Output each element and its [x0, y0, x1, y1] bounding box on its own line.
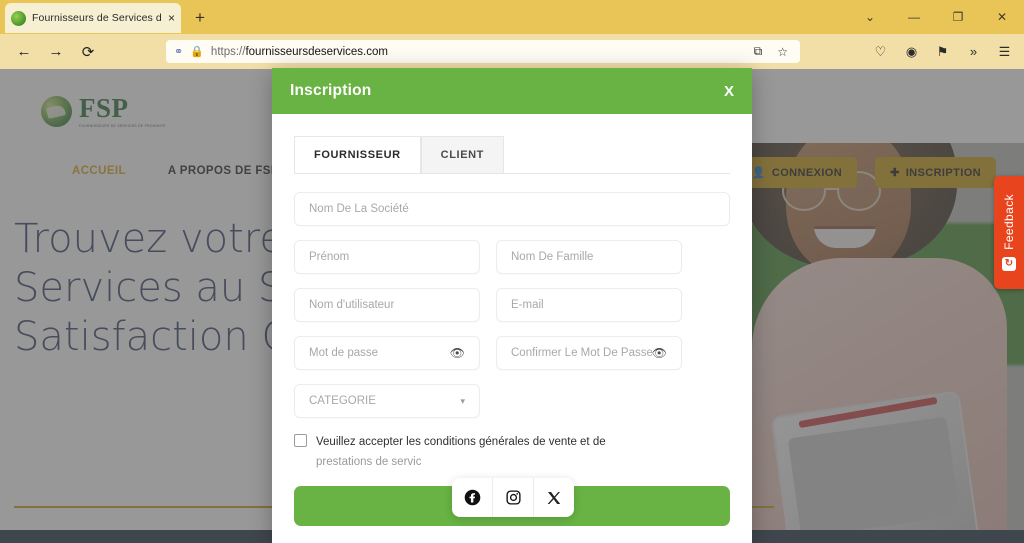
- tab-client[interactable]: CLIENT: [420, 136, 504, 173]
- feedback-label: Feedback: [1002, 193, 1016, 250]
- tab-list-chevron-down-icon[interactable]: ⌄: [848, 0, 892, 34]
- screen: Fournisseurs de Services de Pro × + ⌄ — …: [0, 0, 1024, 543]
- modal-header: Inscription X: [272, 68, 752, 114]
- browser-tab-title: Fournisseurs de Services de Pro: [32, 12, 162, 24]
- terms-checkbox[interactable]: [294, 434, 307, 447]
- password-placeholder: Mot de passe: [309, 347, 379, 359]
- signup-modal: Inscription X FOURNISSEUR CLIENT Nom De …: [272, 68, 752, 543]
- reload-icon[interactable]: ⟳: [72, 34, 104, 69]
- account-icon[interactable]: ◉: [896, 34, 927, 69]
- form-row-name: Prénom Nom De Famille: [294, 240, 730, 274]
- chevron-down-icon: ▾: [460, 395, 465, 406]
- modal-title: Inscription: [290, 82, 372, 99]
- close-icon[interactable]: ×: [168, 12, 175, 24]
- window-close-icon[interactable]: ✕: [980, 0, 1024, 34]
- tab-favicon-icon: [11, 10, 26, 26]
- shield-icon[interactable]: ⚭: [174, 45, 183, 58]
- eye-icon[interactable]: 👁: [652, 346, 667, 360]
- signup-form: Nom De La Société Prénom Nom De Famille …: [272, 174, 752, 472]
- email-placeholder: E-mail: [511, 299, 544, 311]
- lock-icon[interactable]: 🔒: [190, 45, 204, 58]
- form-row-password: Mot de passe 👁 Confirmer Le Mot De Passe…: [294, 336, 730, 370]
- back-icon[interactable]: ←: [8, 34, 40, 69]
- url-scheme: https://: [210, 45, 246, 58]
- facebook-icon[interactable]: [452, 478, 492, 517]
- form-row-company: Nom De La Société: [294, 192, 730, 226]
- first-name-placeholder: Prénom: [309, 251, 350, 263]
- social-share-pill: [452, 478, 574, 517]
- form-row-category: CATÉGORIE ▾: [294, 384, 730, 418]
- overflow-icon[interactable]: »: [958, 34, 989, 69]
- confirm-password-placeholder: Confirmer Le Mot De Passe: [511, 347, 652, 359]
- eye-icon[interactable]: 👁: [450, 346, 465, 360]
- bookmark-star-icon[interactable]: ☆: [773, 45, 792, 59]
- username-placeholder: Nom d'utilisateur: [309, 299, 395, 311]
- maximize-icon[interactable]: ❐: [936, 0, 980, 34]
- password-input[interactable]: Mot de passe 👁: [294, 336, 480, 370]
- last-name-placeholder: Nom De Famille: [511, 251, 594, 263]
- first-name-input[interactable]: Prénom: [294, 240, 480, 274]
- terms-line-1: Veuillez accepter les conditions général…: [316, 436, 606, 448]
- forward-icon[interactable]: →: [40, 34, 72, 69]
- email-input[interactable]: E-mail: [496, 288, 682, 322]
- feedback-tab[interactable]: Feedback ↻: [994, 176, 1024, 289]
- browser-tab-strip: Fournisseurs de Services de Pro × + ⌄ — …: [0, 0, 1024, 34]
- reader-mode-icon[interactable]: ⧉: [750, 44, 767, 59]
- form-row-account: Nom d'utilisateur E-mail: [294, 288, 730, 322]
- confirm-password-input[interactable]: Confirmer Le Mot De Passe 👁: [496, 336, 682, 370]
- modal-close-icon[interactable]: X: [724, 83, 734, 100]
- url-text: https://fournisseursdeservices.com: [211, 46, 743, 58]
- username-input[interactable]: Nom d'utilisateur: [294, 288, 480, 322]
- instagram-icon[interactable]: [492, 478, 533, 517]
- category-placeholder: CATÉGORIE: [309, 395, 376, 407]
- extension-icon[interactable]: ⚑: [927, 34, 958, 69]
- url-host: fournisseursdeservices.com: [245, 45, 388, 58]
- x-twitter-icon[interactable]: [533, 478, 574, 517]
- browser-toolbar-right: ♡ ◉ ⚑ » ☰: [865, 34, 1020, 69]
- last-name-input[interactable]: Nom De Famille: [496, 240, 682, 274]
- usersnap-icon: ↻: [1002, 257, 1016, 272]
- new-tab-button[interactable]: +: [189, 8, 211, 28]
- terms-line-2: prestations de servic: [316, 456, 422, 469]
- company-name-placeholder: Nom De La Société: [309, 203, 409, 215]
- minimize-icon[interactable]: —: [892, 0, 936, 34]
- terms-text: Veuillez accepter les conditions général…: [316, 432, 606, 472]
- category-select[interactable]: CATÉGORIE ▾: [294, 384, 480, 418]
- terms-row: Veuillez accepter les conditions général…: [294, 432, 730, 472]
- pocket-icon[interactable]: ♡: [865, 34, 896, 69]
- browser-tab[interactable]: Fournisseurs de Services de Pro ×: [5, 3, 181, 33]
- window-controls: ⌄ — ❐ ✕: [848, 0, 1024, 34]
- address-bar[interactable]: ⚭ 🔒 https://fournisseursdeservices.com ⧉…: [166, 40, 800, 63]
- menu-icon[interactable]: ☰: [989, 34, 1020, 69]
- tab-fournisseur[interactable]: FOURNISSEUR: [294, 136, 421, 173]
- company-name-input[interactable]: Nom De La Société: [294, 192, 730, 226]
- modal-tabs: FOURNISSEUR CLIENT: [272, 114, 752, 173]
